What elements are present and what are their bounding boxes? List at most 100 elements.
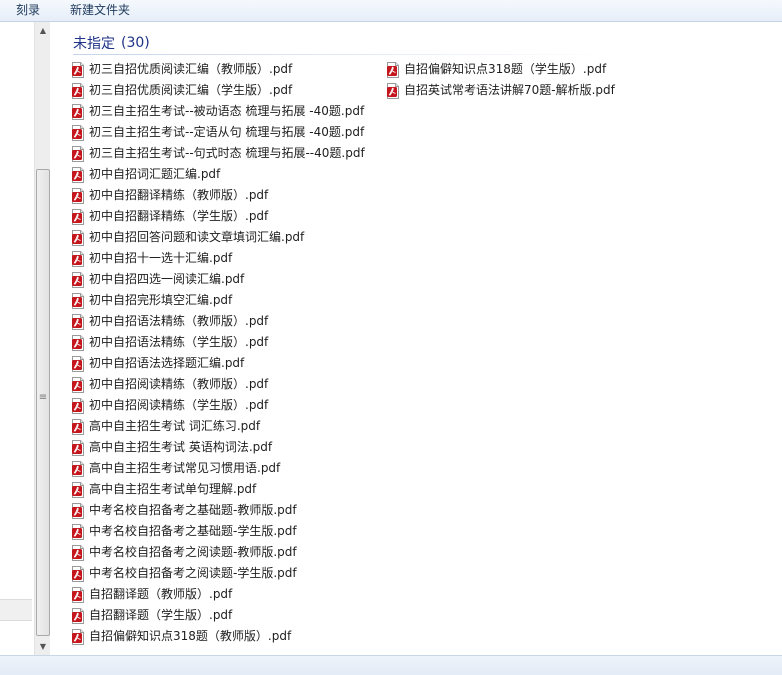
pdf-file-icon [386,82,400,99]
file-column-2: 自招偏僻知识点318题（学生版）.pdf 自招英试常考语法讲解70题-解析版.pd… [386,59,615,101]
navigation-tree[interactable] [0,22,34,655]
file-item[interactable]: 高中自主招生考试 英语构词法.pdf [71,437,365,458]
file-name: 初中自招语法精练（学生版）.pdf [89,335,269,349]
file-item[interactable]: 中考名校自招备考之基础题-学生版.pdf [71,521,365,542]
file-item[interactable]: 初中自招阅读精练（教师版）.pdf [71,374,365,395]
pdf-file-icon [71,292,85,309]
pdf-file-icon [71,586,85,603]
file-name: 初中自招词汇题汇编.pdf [89,167,221,181]
scroll-grip-icon: ≡ [38,392,48,403]
file-item[interactable]: 初中自招语法选择题汇编.pdf [71,353,365,374]
file-name: 中考名校自招备考之基础题-教师版.pdf [89,503,297,517]
pdf-file-icon [71,166,85,183]
file-name: 初三自主招生考试--被动语态 梳理与拓展 -40题.pdf [89,104,365,118]
pdf-file-icon [71,397,85,414]
file-item[interactable]: 中考名校自招备考之阅读题-教师版.pdf [71,542,365,563]
file-item[interactable]: 初中自招语法精练（学生版）.pdf [71,332,365,353]
file-name: 初中自招阅读精练（教师版）.pdf [89,377,269,391]
file-name: 自招翻译题（学生版）.pdf [89,608,233,622]
file-item[interactable]: 自招偏僻知识点318题（学生版）.pdf [386,59,615,80]
pdf-file-icon [71,523,85,540]
file-name: 初中自招四选一阅读汇编.pdf [89,272,245,286]
file-name: 自招翻译题（教师版）.pdf [89,587,233,601]
file-column-1: 初三自招优质阅读汇编（教师版）.pdf 初三自招优质阅读汇编（学生版）.pdf 初三… [71,59,365,647]
pdf-file-icon [71,103,85,120]
file-name: 初三自主招生考试--定语从句 梳理与拓展 -40题.pdf [89,125,365,139]
file-item[interactable]: 自招翻译题（教师版）.pdf [71,584,365,605]
file-name: 初中自招语法选择题汇编.pdf [89,356,245,370]
file-name: 高中自主招生考试常见习惯用语.pdf [89,461,281,475]
group-header[interactable]: 未指定 (30) [73,33,150,53]
file-name: 初三自招优质阅读汇编（学生版）.pdf [89,83,293,97]
pdf-file-icon [71,334,85,351]
file-item[interactable]: 初三自招优质阅读汇编（教师版）.pdf [71,59,365,80]
file-item[interactable]: 初中自招翻译精练（教师版）.pdf [71,185,365,206]
file-item[interactable]: 初中自招十一选十汇编.pdf [71,248,365,269]
file-name: 初三自主招生考试--句式时态 梳理与拓展--40题.pdf [89,146,365,160]
file-item[interactable]: 高中自主招生考试 词汇练习.pdf [71,416,365,437]
scroll-down-arrow-icon[interactable]: ▼ [35,638,51,655]
file-item[interactable]: 初中自招词汇题汇编.pdf [71,164,365,185]
file-item[interactable]: 自招偏僻知识点318题（教师版）.pdf [71,626,365,647]
file-item[interactable]: 高中自主招生考试单句理解.pdf [71,479,365,500]
file-item[interactable]: 初中自招阅读精练（学生版）.pdf [71,395,365,416]
file-name: 高中自主招生考试 词汇练习.pdf [89,419,261,433]
file-name: 自招偏僻知识点318题（学生版）.pdf [404,62,607,76]
file-list-pane: 未指定 (30) 初三自招优质阅读汇编（教师版）.pdf 初三自招优质阅读汇编（学… [51,22,782,655]
file-name: 初中自招十一选十汇编.pdf [89,251,233,265]
file-item[interactable]: 自招翻译题（学生版）.pdf [71,605,365,626]
pdf-file-icon [71,229,85,246]
status-bar [0,655,782,675]
file-item[interactable]: 初三自主招生考试--定语从句 梳理与拓展 -40题.pdf [71,122,365,143]
file-item[interactable]: 初三自主招生考试--被动语态 梳理与拓展 -40题.pdf [71,101,365,122]
file-item[interactable]: 中考名校自招备考之阅读题-学生版.pdf [71,563,365,584]
pdf-file-icon [71,628,85,645]
file-item[interactable]: 初中自招回答问题和读文章填词汇编.pdf [71,227,365,248]
pdf-file-icon [71,145,85,162]
file-item[interactable]: 自招英试常考语法讲解70题-解析版.pdf [386,80,615,101]
file-name: 中考名校自招备考之阅读题-教师版.pdf [89,545,297,559]
file-item[interactable]: 初三自招优质阅读汇编（学生版）.pdf [71,80,365,101]
scrollbar-thumb[interactable]: ≡ [36,169,50,636]
pdf-file-icon [71,439,85,456]
pdf-file-icon [71,565,85,582]
pdf-file-icon [71,187,85,204]
pdf-file-icon [71,124,85,141]
pdf-file-icon [71,544,85,561]
file-item[interactable]: 初中自招四选一阅读汇编.pdf [71,269,365,290]
file-name: 自招偏僻知识点318题（教师版）.pdf [89,629,292,643]
file-item[interactable]: 中考名校自招备考之基础题-教师版.pdf [71,500,365,521]
file-name: 初中自招翻译精练（学生版）.pdf [89,209,269,223]
navigation-scrollbar[interactable]: ▲ ≡ ▼ [34,22,50,655]
nav-selected-item[interactable] [0,599,32,621]
file-item[interactable]: 初中自招语法精练（教师版）.pdf [71,311,365,332]
file-item[interactable]: 初中自招完形填空汇编.pdf [71,290,365,311]
file-name: 初中自招完形填空汇编.pdf [89,293,233,307]
new-folder-button[interactable]: 新建文件夹 [70,0,130,22]
group-count: (30) [121,35,150,51]
group-divider [73,54,613,55]
file-name: 初中自招阅读精练（学生版）.pdf [89,398,269,412]
pdf-file-icon [71,502,85,519]
pdf-file-icon [71,376,85,393]
pdf-file-icon [71,208,85,225]
command-bar: 刻录 新建文件夹 [0,0,782,22]
file-item[interactable]: 初三自主招生考试--句式时态 梳理与拓展--40题.pdf [71,143,365,164]
pdf-file-icon [71,250,85,267]
scroll-up-arrow-icon[interactable]: ▲ [35,22,51,39]
burn-button[interactable]: 刻录 [16,0,40,22]
group-title: 未指定 [73,36,115,52]
file-name: 初中自招回答问题和读文章填词汇编.pdf [89,230,305,244]
file-item[interactable]: 高中自主招生考试常见习惯用语.pdf [71,458,365,479]
file-name: 高中自主招生考试单句理解.pdf [89,482,257,496]
file-item[interactable]: 初中自招翻译精练（学生版）.pdf [71,206,365,227]
file-name: 中考名校自招备考之基础题-学生版.pdf [89,524,297,538]
file-name: 自招英试常考语法讲解70题-解析版.pdf [404,83,615,97]
pdf-file-icon [71,271,85,288]
file-name: 初中自招语法精练（教师版）.pdf [89,314,269,328]
file-name: 中考名校自招备考之阅读题-学生版.pdf [89,566,297,580]
file-name: 高中自主招生考试 英语构词法.pdf [89,440,273,454]
pdf-file-icon [71,460,85,477]
pdf-file-icon [71,418,85,435]
pdf-file-icon [386,61,400,78]
